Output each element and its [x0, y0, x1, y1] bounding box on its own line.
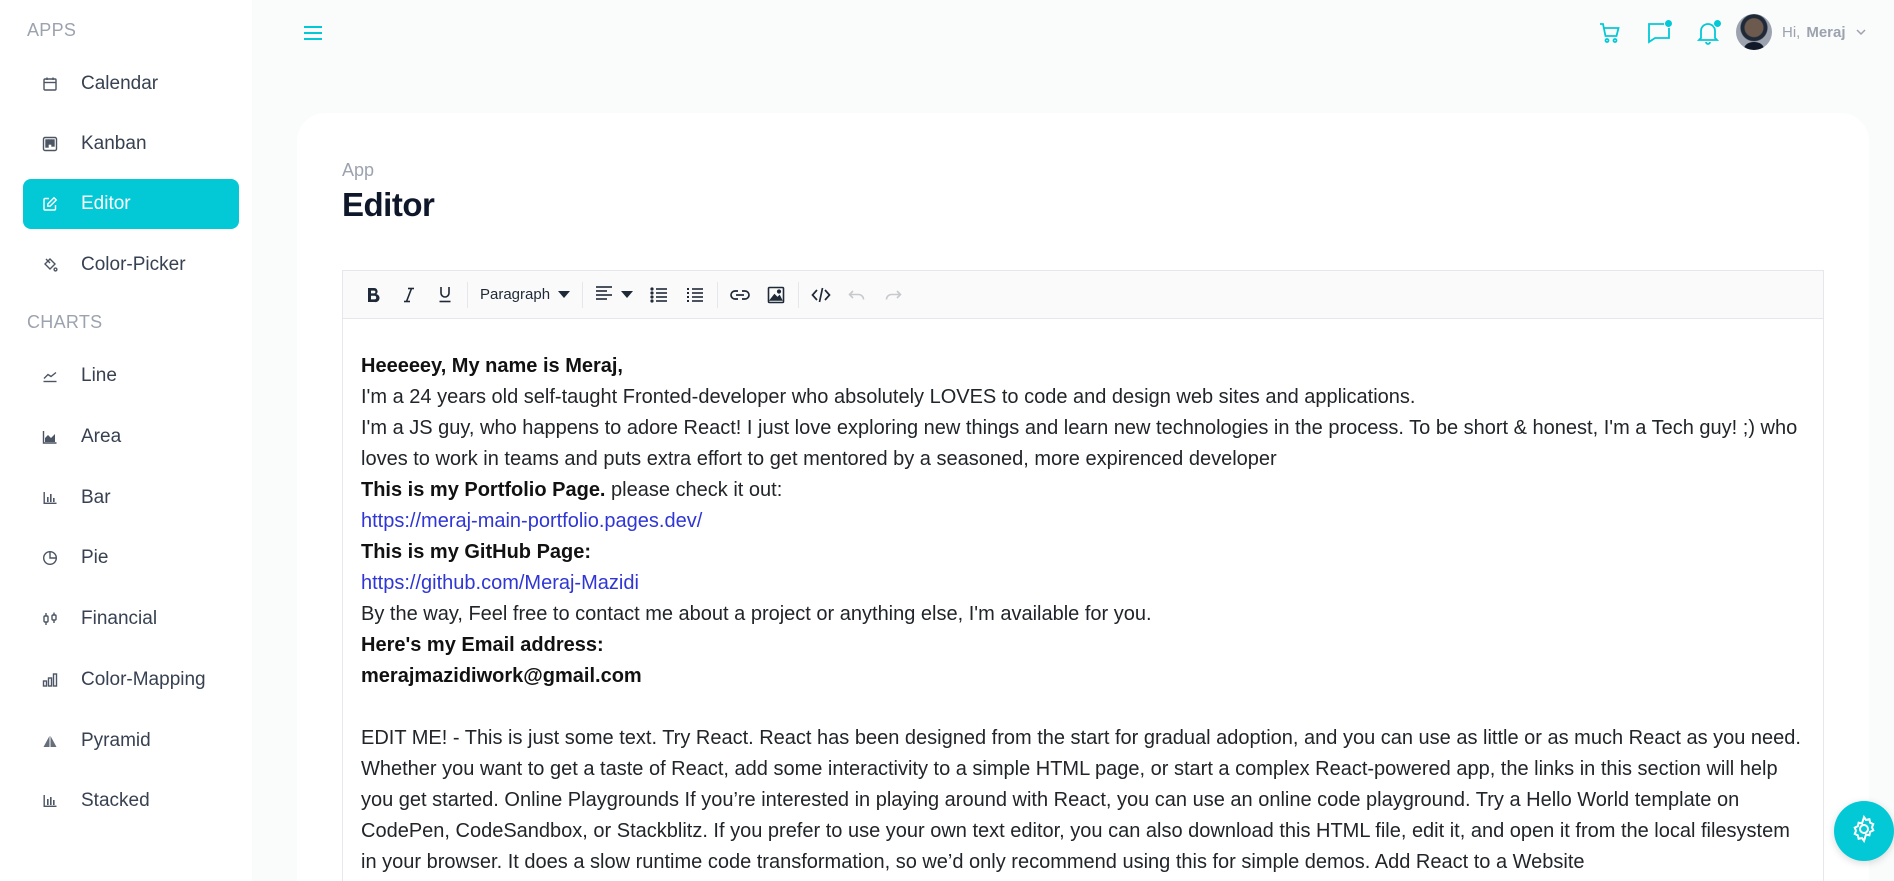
- portfolio-line: This is my Portfolio Page. please check …: [361, 475, 1805, 506]
- chevron-down-icon: [1856, 25, 1866, 39]
- breadcrumb: App: [342, 160, 375, 180]
- sidebar-item-label: Calendar: [81, 73, 159, 94]
- paragraph-format-label: Paragraph: [480, 286, 551, 303]
- github-link[interactable]: https://github.com/Meraj-Mazidi: [361, 572, 639, 594]
- email-label: Here's my Email address:: [361, 634, 604, 656]
- bullet-list-button[interactable]: [677, 278, 713, 312]
- sidebar-item-kanban[interactable]: Kanban: [23, 119, 239, 169]
- about-paragraph: I'm a JS guy, who happens to adore React…: [361, 417, 1798, 470]
- caret-down-icon: [558, 291, 571, 298]
- intro-heading: Heeeeey, My name is Meraj,: [361, 355, 623, 377]
- stacked-chart-icon: [41, 792, 59, 810]
- link-button[interactable]: [722, 278, 758, 312]
- page-title: Editor: [342, 186, 435, 223]
- chat-notification-dot: [1664, 19, 1673, 28]
- rich-text-editor: Paragraph Heeeeey, My name is Meraj, I'm…: [342, 270, 1824, 881]
- image-button[interactable]: [758, 278, 794, 312]
- sidebar-item-label: Area: [81, 426, 122, 447]
- sidebar-item-stacked[interactable]: Stacked: [23, 776, 239, 826]
- greeting: Hi,: [1782, 23, 1801, 41]
- toolbar-divider: [798, 281, 800, 308]
- calendar-icon: [41, 75, 59, 93]
- user-name: Meraj: [1806, 23, 1846, 41]
- redo-button[interactable]: [875, 278, 911, 312]
- edit-icon: [41, 195, 59, 213]
- caret-down-icon: [621, 291, 634, 298]
- alignment-dropdown[interactable]: [587, 278, 641, 312]
- portfolio-link[interactable]: https://meraj-main-portfolio.pages.dev/: [361, 510, 702, 532]
- avatar: [1736, 14, 1772, 50]
- sidebar-item-pie[interactable]: Pie: [23, 533, 239, 583]
- sidebar-item-area[interactable]: Area: [23, 412, 239, 462]
- chat-icon[interactable]: [1644, 18, 1674, 48]
- line-chart-icon: [41, 367, 59, 385]
- financial-icon: [41, 610, 59, 628]
- bar-chart-icon: [41, 489, 59, 507]
- edit-me-paragraph: EDIT ME! - This is just some text. Try R…: [361, 727, 1801, 873]
- contact-paragraph: By the way, Feel free to contact me abou…: [361, 603, 1152, 625]
- sidebar-item-label: Pyramid: [81, 730, 151, 751]
- menu-icon[interactable]: [300, 20, 326, 46]
- sidebar-item-label: Bar: [81, 487, 111, 508]
- sidebar-item-calendar[interactable]: Calendar: [23, 59, 239, 109]
- numbered-list-button[interactable]: [641, 278, 677, 312]
- bold-button[interactable]: [355, 278, 391, 312]
- sidebar-item-label: Pie: [81, 547, 109, 568]
- sidebar-item-label: Color-Picker: [81, 254, 186, 275]
- editor-toolbar: Paragraph: [343, 271, 1823, 319]
- sidebar-item-color-mapping[interactable]: Color-Mapping: [23, 655, 239, 705]
- github-label: This is my GitHub Page:: [361, 541, 592, 563]
- section-title-charts: CHARTS: [27, 312, 103, 332]
- pie-chart-icon: [41, 549, 59, 567]
- area-chart-icon: [41, 428, 59, 446]
- sidebar-item-pyramid[interactable]: Pyramid: [23, 716, 239, 766]
- sidebar-item-label: Editor: [81, 193, 131, 214]
- italic-button[interactable]: [391, 278, 427, 312]
- sidebar-item-label: Kanban: [81, 133, 147, 154]
- source-code-button[interactable]: [803, 278, 839, 312]
- sidebar-item-label: Color-Mapping: [81, 669, 206, 690]
- editor-content-area[interactable]: Heeeeey, My name is Meraj, I'm a 24 year…: [343, 319, 1823, 878]
- cart-icon[interactable]: [1595, 18, 1625, 48]
- toolbar-divider: [467, 281, 468, 308]
- toolbar-divider: [582, 281, 584, 308]
- portfolio-label: This is my Portfolio Page.: [361, 479, 606, 501]
- pyramid-icon: [41, 732, 59, 750]
- sidebar-item-line[interactable]: Line: [23, 351, 239, 401]
- toolbar-divider: [717, 281, 719, 308]
- color-mapping-icon: [41, 671, 59, 689]
- gear-icon: [1849, 814, 1879, 849]
- sidebar-item-label: Line: [81, 365, 117, 386]
- paragraph-format-dropdown[interactable]: Paragraph: [472, 278, 578, 312]
- sidebar-item-color-picker[interactable]: Color-Picker: [23, 240, 239, 290]
- email-address: merajmazidiwork@gmail.com: [361, 665, 642, 687]
- sidebar-item-financial[interactable]: Financial: [23, 594, 239, 644]
- undo-button[interactable]: [839, 278, 875, 312]
- sidebar-item-editor[interactable]: Editor: [23, 179, 239, 229]
- sidebar-item-bar[interactable]: Bar: [23, 473, 239, 523]
- intro-paragraph: I'm a 24 years old self-taught Fronted-d…: [361, 386, 1416, 408]
- align-left-icon: [595, 285, 613, 305]
- portfolio-text: please check it out:: [605, 479, 783, 501]
- underline-button[interactable]: [427, 278, 463, 312]
- bell-notification-dot: [1713, 19, 1722, 28]
- user-profile-menu[interactable]: Hi, Meraj: [1736, 13, 1866, 51]
- sidebar-item-label: Financial: [81, 608, 158, 629]
- sidebar: APPS Calendar Kanban Editor Color-Picker…: [0, 0, 252, 881]
- bucket-icon: [41, 256, 59, 274]
- bell-icon[interactable]: [1693, 18, 1723, 48]
- section-title-apps: APPS: [27, 20, 77, 40]
- sidebar-item-label: Stacked: [81, 790, 150, 811]
- settings-button[interactable]: [1834, 801, 1894, 861]
- kanban-icon: [41, 135, 59, 153]
